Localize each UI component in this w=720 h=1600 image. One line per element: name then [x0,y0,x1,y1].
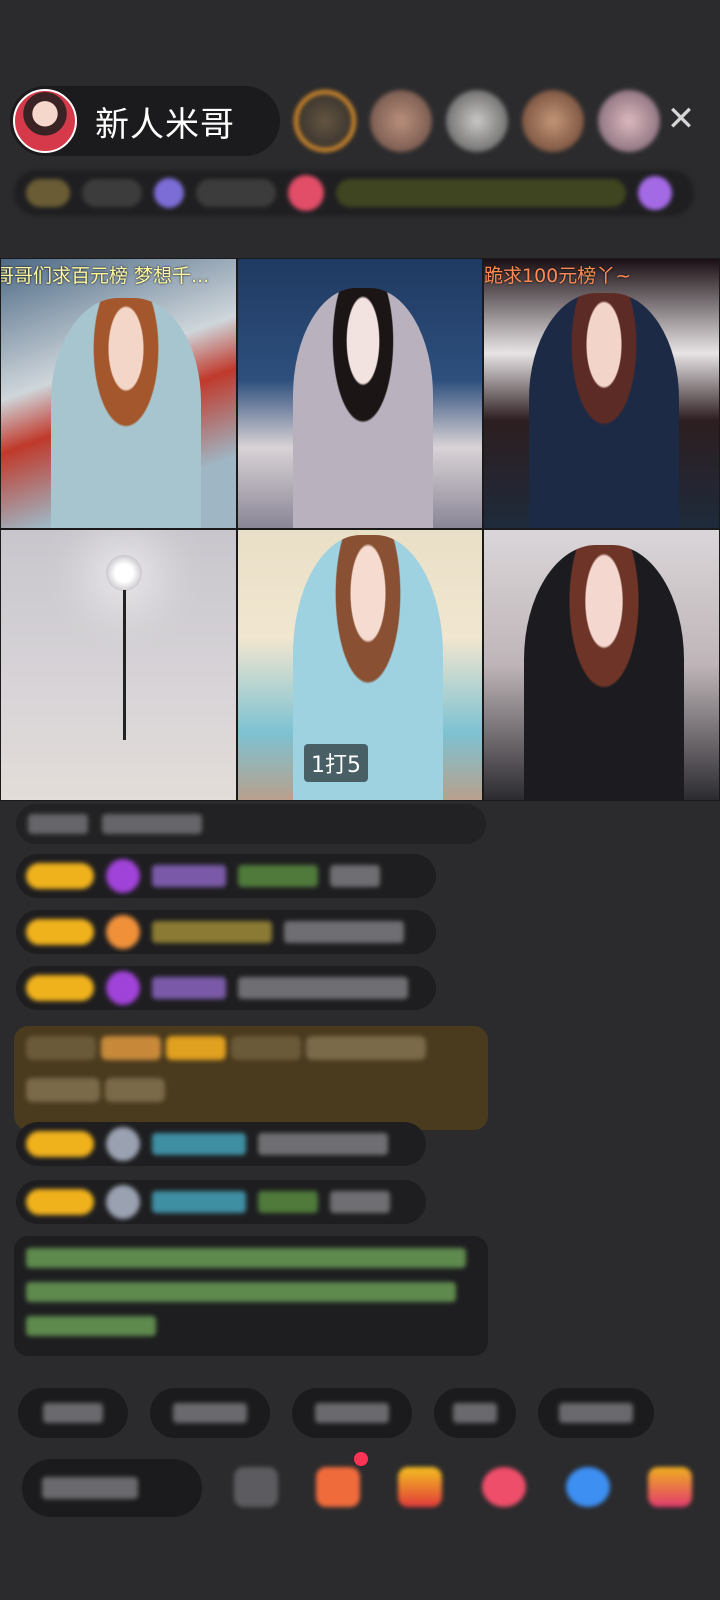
quick-phrases [18,1388,720,1438]
level-badge [26,975,94,1001]
like-icon[interactable] [482,1467,526,1507]
rank-icon [638,176,672,210]
video-grid: 哥哥们求百元榜 梦想千... 跪求100元榜丫~ 1打5 [0,258,720,801]
chat-gift-text [258,1191,318,1213]
chat-message[interactable] [16,966,436,1010]
rank-badge [26,179,70,207]
diamond-icon [106,859,140,893]
ring-light [106,555,142,591]
live-room: 新人米哥 ✕ 哥哥们求百元榜 梦想千... 跪求100元榜丫~ 1打5 [0,0,720,1600]
chat-message[interactable] [16,1180,426,1224]
video-tile[interactable] [483,529,720,801]
level-badge [26,863,94,889]
streamer [529,293,679,528]
host-info-pill[interactable]: 新人米哥 [10,86,280,156]
chat-text [258,1133,388,1155]
quick-phrase-chip[interactable] [150,1388,270,1438]
gift-message[interactable] [14,1026,488,1130]
bottom-toolbar [0,1455,720,1535]
gift-label [26,1036,96,1060]
tile-caption: 哥哥们求百元榜 梦想千... [0,265,210,287]
quick-phrase-chip[interactable] [538,1388,654,1438]
video-tile[interactable]: 哥哥们求百元榜 梦想千... [0,258,237,529]
chat-username [152,865,226,887]
chat-text [330,1191,390,1213]
streamer [51,298,201,528]
notice-line [26,1316,156,1336]
quick-phrase-chip[interactable] [18,1388,128,1438]
more-icon[interactable] [648,1467,692,1507]
gift-username [231,1036,302,1060]
rank-text [196,179,276,207]
level-badge [26,1189,94,1215]
gift-text [105,1078,166,1102]
chat-username [152,977,226,999]
viewer-avatar[interactable] [446,90,508,152]
tripod [123,590,126,740]
tile-caption: 跪求100元榜丫~ [484,265,632,287]
gift-badge [101,1036,162,1060]
gift-text [306,1036,427,1060]
host-avatar[interactable] [13,89,77,153]
quick-phrase-chip[interactable] [434,1388,516,1438]
streamer [293,288,433,528]
chat-gift-text [238,865,318,887]
medal-icon [106,915,140,949]
gift-icon[interactable] [316,1467,360,1507]
notice-line [26,1282,456,1302]
quick-phrase-chip[interactable] [292,1388,412,1438]
share-icon[interactable] [566,1467,610,1507]
video-tile[interactable] [237,258,483,529]
rank-banner [336,179,626,207]
chat-text [238,977,408,999]
video-tile[interactable] [0,529,237,801]
viewer-avatar[interactable] [294,90,356,152]
chat-username [152,1191,246,1213]
gift-text [26,1078,100,1102]
rank-icon [154,178,184,208]
notice-line [26,1248,466,1268]
top-viewers [294,90,660,152]
system-message-text [102,814,202,834]
viewer-avatar[interactable] [598,90,660,152]
video-tile[interactable]: 1打5 [237,529,483,801]
rank-icon [288,175,324,211]
welcome-notice [14,1236,488,1356]
viewer-avatar[interactable] [370,90,432,152]
chat-message[interactable] [16,854,436,898]
avatar-icon [106,1185,140,1219]
level-badge [26,919,94,945]
chat-text [330,865,380,887]
chat-message[interactable] [16,910,436,954]
ranking-bar[interactable] [14,170,694,216]
avatar-icon [106,1127,140,1161]
video-tile[interactable]: 跪求100元榜丫~ [483,258,720,529]
host-name: 新人米哥 [95,104,235,145]
system-message [16,804,486,844]
level-badge [26,1131,94,1157]
notification-dot [354,1452,368,1466]
chat-username [152,921,272,943]
close-icon[interactable]: ✕ [664,102,698,136]
chat-text [284,921,404,943]
gift-badge [166,1036,227,1060]
message-icon[interactable] [234,1467,278,1507]
chat-input[interactable] [22,1459,202,1517]
streamer [524,545,684,800]
gift-bag-icon[interactable] [398,1467,442,1507]
score-badge: 1打5 [304,744,368,782]
viewer-avatar[interactable] [522,90,584,152]
rank-text [82,179,142,207]
chat-message[interactable] [16,1122,426,1166]
chat-username [152,1133,246,1155]
system-message-label [28,814,88,834]
diamond-icon [106,971,140,1005]
